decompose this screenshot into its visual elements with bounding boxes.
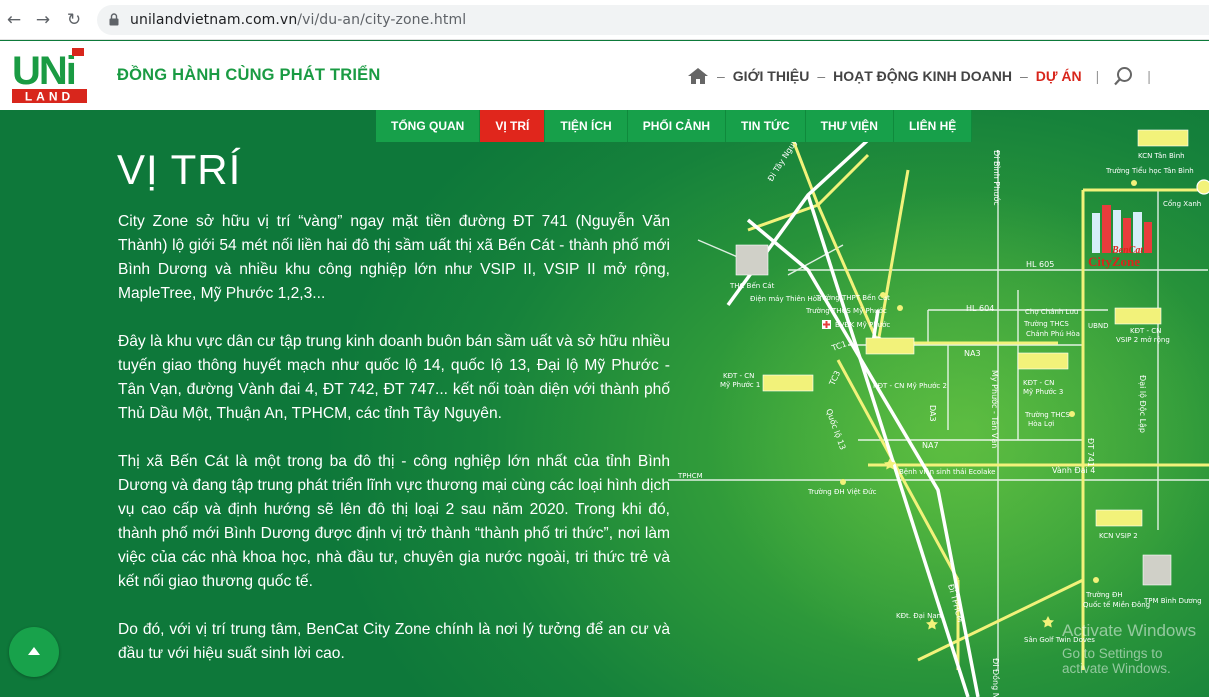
- svg-text:Cổng Xanh: Cổng Xanh: [1163, 199, 1201, 208]
- tab-phoi-canh[interactable]: PHỐI CẢNH: [627, 110, 727, 142]
- svg-text:NA7: NA7: [922, 441, 939, 450]
- svg-text:DA3: DA3: [928, 405, 937, 422]
- svg-text:Trường THPT Bến Cát: Trường THPT Bến Cát: [815, 294, 890, 302]
- nav-divider: |: [1147, 68, 1151, 84]
- tab-tien-ich[interactable]: TIỆN ÍCH: [545, 110, 628, 142]
- svg-text:Trường Tiểu học Tân Bình: Trường Tiểu học Tân Bình: [1105, 166, 1194, 175]
- svg-text:ĐT 741: ĐT 741: [1086, 438, 1095, 467]
- uniland-logo[interactable]: UNi LAND: [12, 48, 87, 103]
- svg-text:KĐT - CN: KĐT - CN: [1023, 379, 1054, 387]
- paragraph-4: Do đó, với vị trí trung tâm, BenCat City…: [118, 621, 670, 662]
- svg-text:Trường THCS Mỹ Phước: Trường THCS Mỹ Phước: [805, 307, 887, 315]
- svg-text:Đại lộ Độc Lập: Đại lộ Độc Lập: [1137, 375, 1148, 433]
- arrow-up-icon: [28, 647, 40, 655]
- section-tabs: TỔNG QUAN VỊ TRÍ TIỆN ÍCH PHỐI CẢNH TIN …: [376, 110, 973, 142]
- activate-windows-title: Activate Windows: [1062, 621, 1197, 640]
- svg-text:KCN Tân Bình: KCN Tân Bình: [1138, 152, 1185, 160]
- url-path: /vi/du-an/city-zone.html: [297, 12, 467, 28]
- svg-text:KĐT - CN: KĐT - CN: [1130, 327, 1161, 335]
- lock-icon[interactable]: [109, 13, 119, 26]
- reload-icon[interactable]: ↻: [63, 9, 85, 31]
- svg-text:Mỹ Phước - Tân Vạn: Mỹ Phước - Tân Vạn: [989, 370, 1000, 448]
- nav-separator: –: [1020, 68, 1028, 84]
- svg-text:LAND: LAND: [25, 90, 74, 104]
- svg-text:Trường ĐH Việt Đức: Trường ĐH Việt Đức: [807, 488, 877, 496]
- nav-hoat-dong-kinh-doanh[interactable]: HOẠT ĐỘNG KINH DOANH: [833, 68, 1012, 84]
- main-nav: – GIỚI THIỆU – HOẠT ĐỘNG KINH DOANH – DỰ…: [687, 64, 1151, 88]
- svg-text:HL 605: HL 605: [1026, 260, 1054, 269]
- url-host: unilandvietnam.com.vn: [130, 12, 298, 28]
- svg-text:Mỹ Phước 1: Mỹ Phước 1: [720, 381, 760, 389]
- paragraph-2: Đây là khu vực dân cư tập trung kinh doa…: [118, 333, 670, 422]
- url-text: unilandvietnam.com.vn/vi/du-an/city-zone…: [130, 12, 466, 28]
- address-bar[interactable]: unilandvietnam.com.vn/vi/du-an/city-zone…: [97, 5, 1209, 35]
- svg-text:Chánh Phú Hòa: Chánh Phú Hòa: [1026, 330, 1080, 338]
- paragraph-3: Thị xã Bến Cát là một trong ba đô thị - …: [118, 453, 670, 590]
- tab-lien-he[interactable]: LIÊN HỆ: [893, 110, 973, 142]
- svg-text:NA3: NA3: [964, 349, 981, 358]
- svg-text:CityZone: CityZone: [1088, 254, 1140, 269]
- forward-arrow-icon[interactable]: →: [32, 9, 54, 31]
- svg-text:TPHCM: TPHCM: [677, 472, 703, 480]
- nav-gioi-thieu[interactable]: GIỚI THIỆU: [733, 68, 810, 84]
- tab-tin-tuc[interactable]: TIN TỨC: [726, 110, 806, 142]
- svg-text:THC Bến Cát: THC Bến Cát: [729, 282, 775, 290]
- svg-text:Trường THCS: Trường THCS: [1023, 320, 1069, 328]
- svg-text:UNi: UNi: [12, 49, 75, 93]
- search-icon[interactable]: [1113, 66, 1133, 86]
- tab-tong-quan[interactable]: TỔNG QUAN: [376, 110, 481, 142]
- activate-windows-subtitle: Go to Settings to activate Windows.: [1062, 646, 1171, 676]
- svg-text:Điện máy Thiên Hòa: Điện máy Thiên Hòa: [750, 295, 821, 303]
- svg-text:KCN VSIP 2: KCN VSIP 2: [1099, 532, 1138, 540]
- svg-text:Đi Bình Phước: Đi Bình Phước: [992, 150, 1002, 206]
- svg-text:Bệnh viện sinh thái Ecolake: Bệnh viện sinh thái Ecolake: [899, 468, 996, 476]
- svg-text:Trường ĐH: Trường ĐH: [1085, 591, 1123, 599]
- svg-text:Đi Đồng Nai: Đi Đồng Nai: [991, 658, 1001, 697]
- nav-separator: –: [717, 68, 725, 84]
- svg-text:VSIP 2 mở rộng: VSIP 2 mở rộng: [1116, 336, 1170, 344]
- svg-text:KĐt. Đại Nam: KĐt. Đại Nam: [896, 612, 944, 620]
- svg-text:Mỹ Phước 3: Mỹ Phước 3: [1023, 388, 1063, 396]
- svg-text:KĐT - CN: KĐT - CN: [723, 372, 754, 380]
- nav-divider: |: [1095, 68, 1100, 84]
- nav-separator: –: [817, 68, 826, 84]
- svg-text:Trường THCS: Trường THCS: [1024, 411, 1070, 419]
- tab-vi-tri[interactable]: VỊ TRÍ: [480, 110, 546, 142]
- location-section: BenCat CityZone KCN Tân Bình Trường Tiểu…: [0, 110, 1209, 697]
- svg-text:Chợ Chánh Lưu: Chợ Chánh Lưu: [1025, 308, 1078, 316]
- svg-text:TPM Bình Dương: TPM Bình Dương: [1143, 597, 1202, 605]
- tagline: ĐỒNG HÀNH CÙNG PHÁT TRIỂN: [117, 66, 381, 84]
- home-icon[interactable]: [687, 67, 709, 85]
- site-header: UNi LAND ĐỒNG HÀNH CÙNG PHÁT TRIỂN – GIỚ…: [0, 41, 1209, 110]
- svg-text:UBND: UBND: [1088, 322, 1109, 330]
- svg-text:Vành Đai 4: Vành Đai 4: [1052, 466, 1095, 475]
- back-arrow-icon[interactable]: ←: [3, 9, 25, 31]
- paragraph-1: City Zone sở hữu vị trí “vàng” ngay mặt …: [118, 213, 670, 302]
- location-map[interactable]: BenCat CityZone KCN Tân Bình Trường Tiểu…: [668, 110, 1209, 697]
- svg-text:Hòa Lợi: Hòa Lợi: [1028, 420, 1054, 428]
- svg-text:KĐT - CN Mỹ Phước 2: KĐT - CN Mỹ Phước 2: [873, 382, 947, 390]
- browser-toolbar: ← → ↻ unilandvietnam.com.vn/vi/du-an/cit…: [0, 0, 1209, 40]
- svg-text:BVĐK Mỹ Phước: BVĐK Mỹ Phước: [835, 321, 890, 329]
- page-title: VỊ TRÍ: [117, 146, 242, 193]
- tab-thu-vien[interactable]: THƯ VIỆN: [805, 110, 894, 142]
- scroll-to-top-button[interactable]: [9, 627, 59, 677]
- svg-text:HL 604: HL 604: [966, 304, 994, 313]
- nav-du-an[interactable]: DỰ ÁN: [1036, 68, 1082, 84]
- svg-text:Quốc tế Miền Đông: Quốc tế Miền Đông: [1083, 601, 1150, 609]
